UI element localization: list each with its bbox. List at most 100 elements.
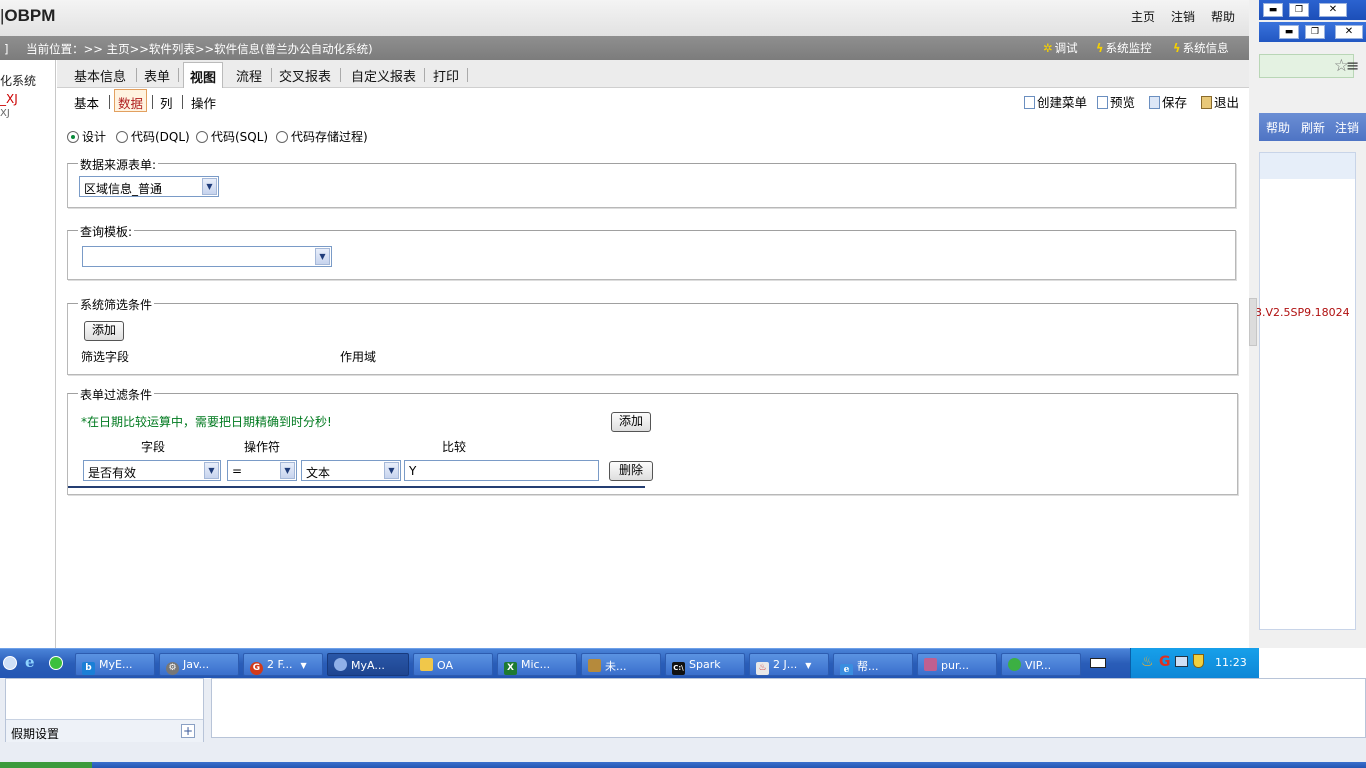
radio-icon: [276, 131, 288, 143]
tab-separator: [467, 68, 468, 82]
network-icon[interactable]: [1175, 656, 1188, 667]
taskbar-button[interactable]: ⚙ Jav...: [159, 653, 239, 676]
version-text: 3.V2.5SP9.18024: [1255, 306, 1350, 319]
tab-view[interactable]: 视图: [183, 62, 224, 89]
taskbar-button[interactable]: e 帮...: [833, 653, 913, 676]
taskbar-button[interactable]: pur...: [917, 653, 997, 676]
radio-code-sql[interactable]: 代码(SQL): [196, 128, 268, 145]
background-window: ▬ ❐ ✕ ▬ ❐ ✕ ☆ ≡ 帮助 刷新 注销 3.V2.5SP9.18024: [1249, 0, 1366, 648]
subtab-operations[interactable]: 操作: [191, 93, 216, 112]
java-icon: ♨: [756, 662, 769, 675]
magnifier-document-icon: [1097, 96, 1108, 109]
tree-item-xj[interactable]: _XJ: [0, 92, 18, 106]
debug-tool[interactable]: ✲ 调试: [1043, 40, 1078, 56]
taskbar-button[interactable]: C:\ Spark: [665, 653, 745, 676]
address-bar[interactable]: ☆: [1259, 54, 1354, 78]
close-icon[interactable]: ✕: [1319, 3, 1347, 17]
shield-icon[interactable]: [1193, 654, 1204, 668]
subtab-data[interactable]: 数据: [114, 89, 148, 112]
tab-custom-report[interactable]: 自定义报表: [351, 66, 416, 85]
taskbar-button[interactable]: G2 F... ▼: [243, 653, 323, 676]
filter-type-select[interactable]: 文本 ▼: [301, 460, 401, 481]
minimize-icon[interactable]: ▬: [1263, 3, 1283, 17]
filter-operator-select[interactable]: = ▼: [227, 460, 297, 481]
chevron-down-icon: ▼: [300, 661, 307, 670]
filter-delete-button[interactable]: 删除: [609, 461, 653, 481]
keyboard-icon[interactable]: [1090, 658, 1106, 668]
tree-item-system[interactable]: 化系统: [0, 72, 36, 89]
background-window-titlebar-2: ▬ ❐ ✕: [1259, 22, 1366, 42]
system-filter-add-button[interactable]: 添加: [84, 321, 124, 341]
taskbar-button[interactable]: X Mic...: [497, 653, 577, 676]
tab-separator: [178, 68, 179, 82]
save-button[interactable]: 保存: [1149, 92, 1187, 111]
ie-icon[interactable]: e: [25, 653, 35, 671]
exit-button[interactable]: 退出: [1201, 92, 1239, 111]
logout-link[interactable]: 注销: [1171, 8, 1195, 25]
quicklaunch-360-icon[interactable]: [49, 656, 63, 670]
subtab-separator: [109, 95, 110, 109]
main-tabs: 基本信息 表单 视图 流程 交叉报表 自定义报表 打印: [57, 60, 1249, 89]
tab-basic-info[interactable]: 基本信息: [74, 66, 126, 85]
tree-item-xj-sub[interactable]: XJ: [0, 108, 10, 119]
subtab-basic[interactable]: 基本: [74, 93, 99, 112]
chevron-down-icon: ▼: [315, 248, 330, 265]
help-link[interactable]: 帮助: [1211, 8, 1235, 25]
exit-door-icon: [1201, 96, 1212, 109]
left-tree-panel: 化系统 _XJ XJ: [0, 60, 56, 648]
taskbar-button[interactable]: VIP...: [1001, 653, 1081, 676]
system-monitor-tool[interactable]: ϟ 系统监控: [1096, 40, 1152, 56]
compare-column-header: 比较: [442, 440, 467, 454]
app-logo: |OBPM: [0, 6, 56, 25]
create-menu-button[interactable]: 创建菜单: [1024, 92, 1087, 111]
app-header: |OBPM 主页 注销 帮助: [0, 0, 1258, 36]
taskbar: e b MyE... ⚙ Jav... G2 F... ▼ MyA... OA X Mi…: [0, 648, 1259, 678]
taskbar-button-active[interactable]: MyA...: [327, 653, 409, 676]
preview-button[interactable]: 预览: [1097, 92, 1135, 111]
bg-help-link[interactable]: 帮助: [1266, 119, 1290, 136]
holiday-settings-row[interactable]: 假期设置 +: [6, 719, 203, 742]
datasource-legend: 数据来源表单:: [78, 156, 159, 173]
taskbar-button[interactable]: b MyE...: [75, 653, 155, 676]
datasource-select[interactable]: 区域信息_普通 ▼: [79, 176, 219, 197]
expand-plus-icon[interactable]: +: [181, 724, 195, 738]
bottom-right-panel: [211, 678, 1366, 738]
form-filter-add-button[interactable]: 添加: [611, 412, 651, 432]
breadcrumb-bar: ] 当前位置：>> 主页>>软件列表>>软件信息(普兰办公自动化系统) ✲ 调试 …: [0, 36, 1249, 60]
tab-separator: [424, 68, 425, 82]
query-template-select[interactable]: ▼: [82, 246, 332, 267]
tab-cross-report[interactable]: 交叉报表: [279, 66, 331, 85]
filter-field-select[interactable]: 是否有效 ▼: [83, 460, 221, 481]
quicklaunch-browser-icon[interactable]: [3, 656, 17, 670]
browser-icon: [334, 658, 347, 671]
system-info-tool[interactable]: ϟ 系统信息: [1173, 40, 1229, 56]
clock: 11:23: [1215, 656, 1247, 669]
menu-icon[interactable]: ≡: [1346, 56, 1359, 75]
tab-form[interactable]: 表单: [144, 66, 170, 85]
taskbar-button[interactable]: 未...: [581, 653, 661, 676]
background-window-titlebar: ▬ ❐ ✕: [1259, 0, 1366, 20]
subtab-columns[interactable]: 列: [160, 93, 173, 112]
tab-workflow[interactable]: 流程: [236, 66, 262, 85]
start-button-edge[interactable]: [0, 762, 92, 768]
radio-design[interactable]: 设计: [67, 128, 106, 145]
home-link[interactable]: 主页: [1131, 8, 1155, 25]
filter-value-input[interactable]: Y: [404, 460, 599, 481]
close-icon[interactable]: ✕: [1335, 25, 1363, 39]
restore-icon[interactable]: ❐: [1289, 3, 1309, 17]
flame-icon[interactable]: ♨: [1141, 654, 1154, 670]
system-tray: ♨ G 11:23: [1130, 648, 1259, 678]
bg-logout-link[interactable]: 注销: [1335, 119, 1359, 136]
date-precision-note: *在日期比较运算中，需要把日期精确到时分秒!: [81, 415, 332, 429]
radio-code-dql[interactable]: 代码(DQL): [116, 128, 190, 145]
scrollbar-thumb[interactable]: [1249, 298, 1257, 346]
minimize-icon[interactable]: ▬: [1279, 25, 1299, 39]
antivirus-icon[interactable]: G: [1159, 654, 1171, 670]
restore-icon[interactable]: ❐: [1305, 25, 1325, 39]
taskbar-button[interactable]: OA: [413, 653, 493, 676]
bg-refresh-link[interactable]: 刷新: [1301, 119, 1325, 136]
360-icon: [1008, 658, 1021, 671]
taskbar-button[interactable]: ♨ 2 J... ▼: [749, 653, 829, 676]
tab-print[interactable]: 打印: [433, 66, 459, 85]
radio-code-procedure[interactable]: 代码存储过程): [276, 128, 368, 145]
